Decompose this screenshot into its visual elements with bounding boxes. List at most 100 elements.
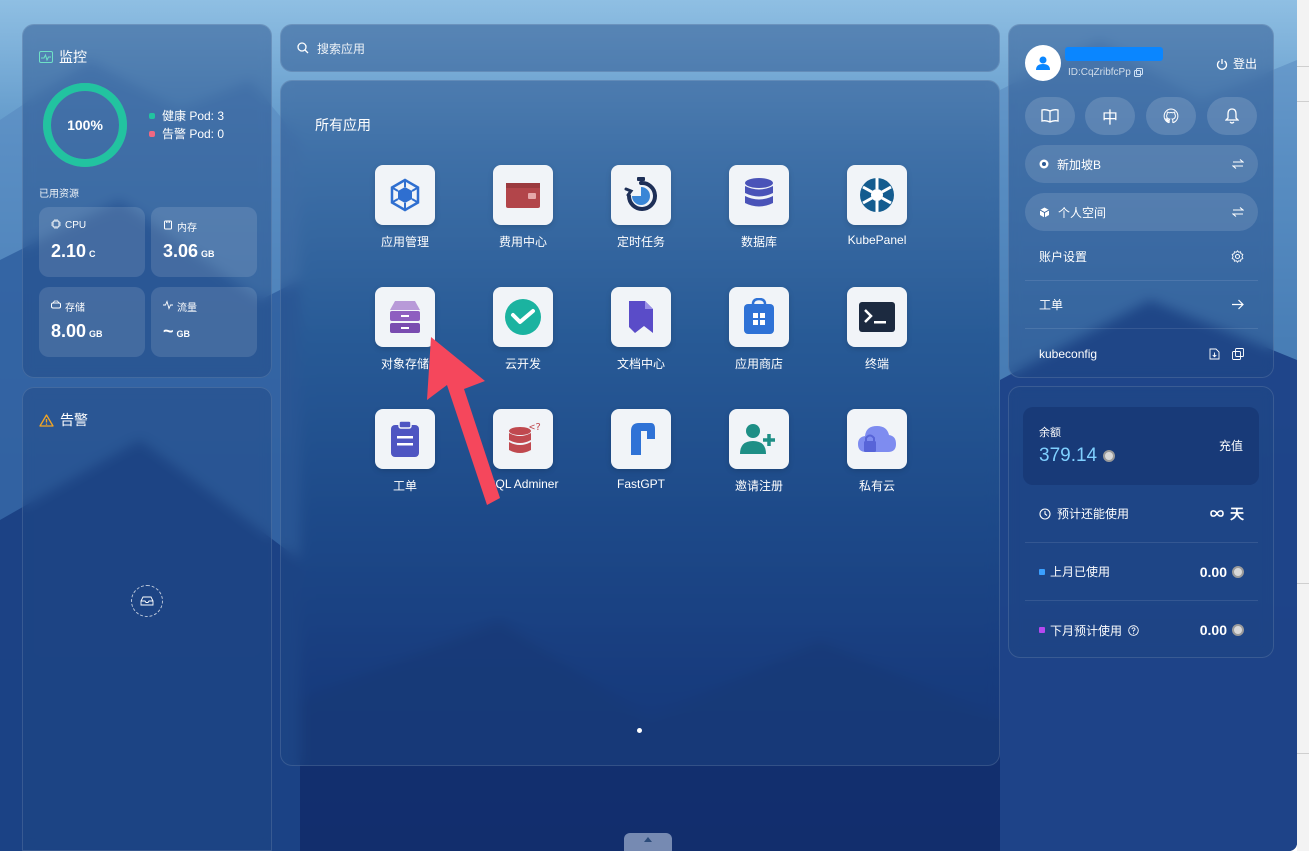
app-private-cloud[interactable]: 私有云	[827, 409, 927, 494]
cube-icon	[1039, 207, 1050, 217]
apps-panel: 所有应用 应用管理 费用中心 定时任务 数据库 KubePanel 对象存储 云…	[280, 80, 1000, 766]
language-button[interactable]: 中	[1085, 97, 1135, 135]
recharge-button[interactable]: 充值	[1219, 437, 1243, 454]
bell-icon	[1225, 108, 1239, 124]
ticket-menu-item[interactable]: 工单	[1025, 281, 1258, 329]
invite-icon	[729, 409, 789, 469]
alert-title-text: 告警	[60, 412, 88, 428]
logout-button[interactable]: 登出	[1216, 55, 1257, 72]
app-store-icon	[729, 287, 789, 347]
cpu-value: 2.10	[51, 241, 87, 261]
app-label: 费用中心	[498, 235, 547, 249]
legend-alert-label: 告警 Pod: 0	[162, 127, 225, 141]
svg-text:<?: <?	[529, 422, 541, 433]
kubepanel-icon	[847, 165, 907, 225]
app-label: 云开发	[504, 357, 541, 371]
github-button[interactable]	[1146, 97, 1196, 135]
clock-icon	[1039, 507, 1051, 520]
chevron-up-icon	[644, 837, 652, 842]
app-label: 应用商店	[734, 357, 783, 371]
monitor-title: 监控	[39, 47, 87, 67]
balance-label: 余额	[1039, 427, 1061, 439]
app-cron[interactable]: 定时任务	[591, 165, 691, 250]
storage-unit: GB	[89, 329, 103, 339]
next-month-estimate-row: 下月预计使用 0.00	[1025, 601, 1258, 659]
notification-button[interactable]	[1207, 97, 1257, 135]
help-icon[interactable]	[1128, 624, 1139, 636]
traffic-unit: GB	[176, 329, 191, 339]
copy-icon[interactable]	[1133, 68, 1143, 77]
last-month-label: 上月已使用	[1050, 565, 1111, 579]
arrow-right-icon	[1232, 299, 1244, 310]
balance-card: 余额 379.14 充值	[1023, 407, 1259, 485]
app-app-manage[interactable]: 应用管理	[355, 165, 455, 250]
app-terminal[interactable]: 终端	[827, 287, 927, 372]
legend-healthy-label: 健康 Pod: 3	[162, 109, 225, 123]
app-manage-icon	[375, 165, 435, 225]
infinity-icon	[1210, 510, 1224, 517]
ticket-menu-label: 工单	[1039, 298, 1064, 312]
search-input[interactable]: 搜索应用	[317, 40, 365, 57]
coin-icon	[1103, 450, 1116, 462]
app-label: 私有云	[858, 479, 895, 493]
app-label: SQL Adminer	[487, 477, 559, 491]
app-database[interactable]: 数据库	[709, 165, 809, 250]
coin-icon	[1232, 565, 1244, 578]
resource-card-memory: 内存 3.06 GB	[151, 207, 257, 277]
last-month-marker	[1039, 568, 1045, 575]
region-icon	[1039, 159, 1049, 169]
app-label: 数据库	[740, 235, 777, 249]
dock-toggle-button[interactable]	[624, 833, 672, 851]
resources-label: 已用资源	[39, 189, 79, 200]
switch-icon	[1232, 159, 1244, 169]
docs-quick-button[interactable]	[1025, 97, 1075, 135]
user-id-text: ID:CqZribfcPp	[1068, 67, 1131, 78]
legend-healthy: 健康 Pod: 3	[149, 107, 224, 124]
region-switcher[interactable]: 新加坡B	[1025, 145, 1258, 183]
app-object-storage[interactable]: 对象存储	[355, 287, 455, 372]
account-settings-item[interactable]: 账户设置	[1025, 233, 1258, 281]
app-label: 邀请注册	[734, 479, 783, 493]
workspace-switcher[interactable]: 个人空间	[1025, 193, 1258, 231]
app-ticket[interactable]: 工单	[355, 409, 455, 494]
app-kubepanel[interactable]: KubePanel	[827, 165, 927, 247]
alert-title: 告警	[39, 410, 88, 430]
app-sql-adminer[interactable]: <? SQL Adminer	[473, 409, 573, 491]
page-indicator-dot[interactable]	[637, 728, 642, 733]
app-store[interactable]: 应用商店	[709, 287, 809, 372]
cpu-icon	[51, 219, 61, 232]
memory-icon	[163, 220, 173, 233]
app-invite[interactable]: 邀请注册	[709, 409, 809, 494]
app-cloud-dev[interactable]: 云开发	[473, 287, 573, 372]
next-month-label: 下月预计使用	[1050, 623, 1123, 638]
last-month-usage-row: 上月已使用 0.00	[1025, 543, 1258, 601]
download-icon[interactable]	[1209, 348, 1220, 360]
traffic-value: ~	[163, 321, 174, 341]
terminal-icon	[847, 287, 907, 347]
ticket-icon	[375, 409, 435, 469]
search-bar[interactable]: 搜索应用	[280, 24, 1000, 72]
object-storage-icon	[375, 287, 435, 347]
power-icon	[1216, 58, 1228, 70]
book-icon	[1041, 109, 1059, 123]
next-month-value: 0.00	[1199, 622, 1227, 638]
balance-amount: 379.14	[1039, 445, 1098, 466]
memory-label: 内存	[177, 223, 197, 234]
app-label: 对象存储	[380, 357, 429, 371]
region-label: 新加坡B	[1057, 157, 1102, 172]
kubeconfig-item: kubeconfig	[1025, 330, 1258, 378]
app-docs[interactable]: 文档中心	[591, 287, 691, 372]
avatar[interactable]	[1025, 45, 1061, 81]
app-fastgpt[interactable]: FastGPT	[591, 409, 691, 491]
settings-icon	[1231, 250, 1244, 263]
wallet-icon	[493, 165, 553, 225]
app-billing[interactable]: 费用中心	[473, 165, 573, 250]
remaining-days-unit: 天	[1230, 505, 1244, 522]
resource-card-cpu: CPU 2.10 C	[39, 207, 145, 277]
resource-card-traffic: 流量 ~ GB	[151, 287, 257, 357]
logout-label: 登出	[1232, 57, 1257, 71]
copy-icon[interactable]	[1232, 348, 1244, 360]
monitor-icon	[39, 51, 53, 63]
monitor-panel: 监控 100% 健康 Pod: 3 告警 Pod: 0 已用资源 CPU 2.1…	[22, 24, 272, 378]
alert-dot	[149, 130, 155, 137]
